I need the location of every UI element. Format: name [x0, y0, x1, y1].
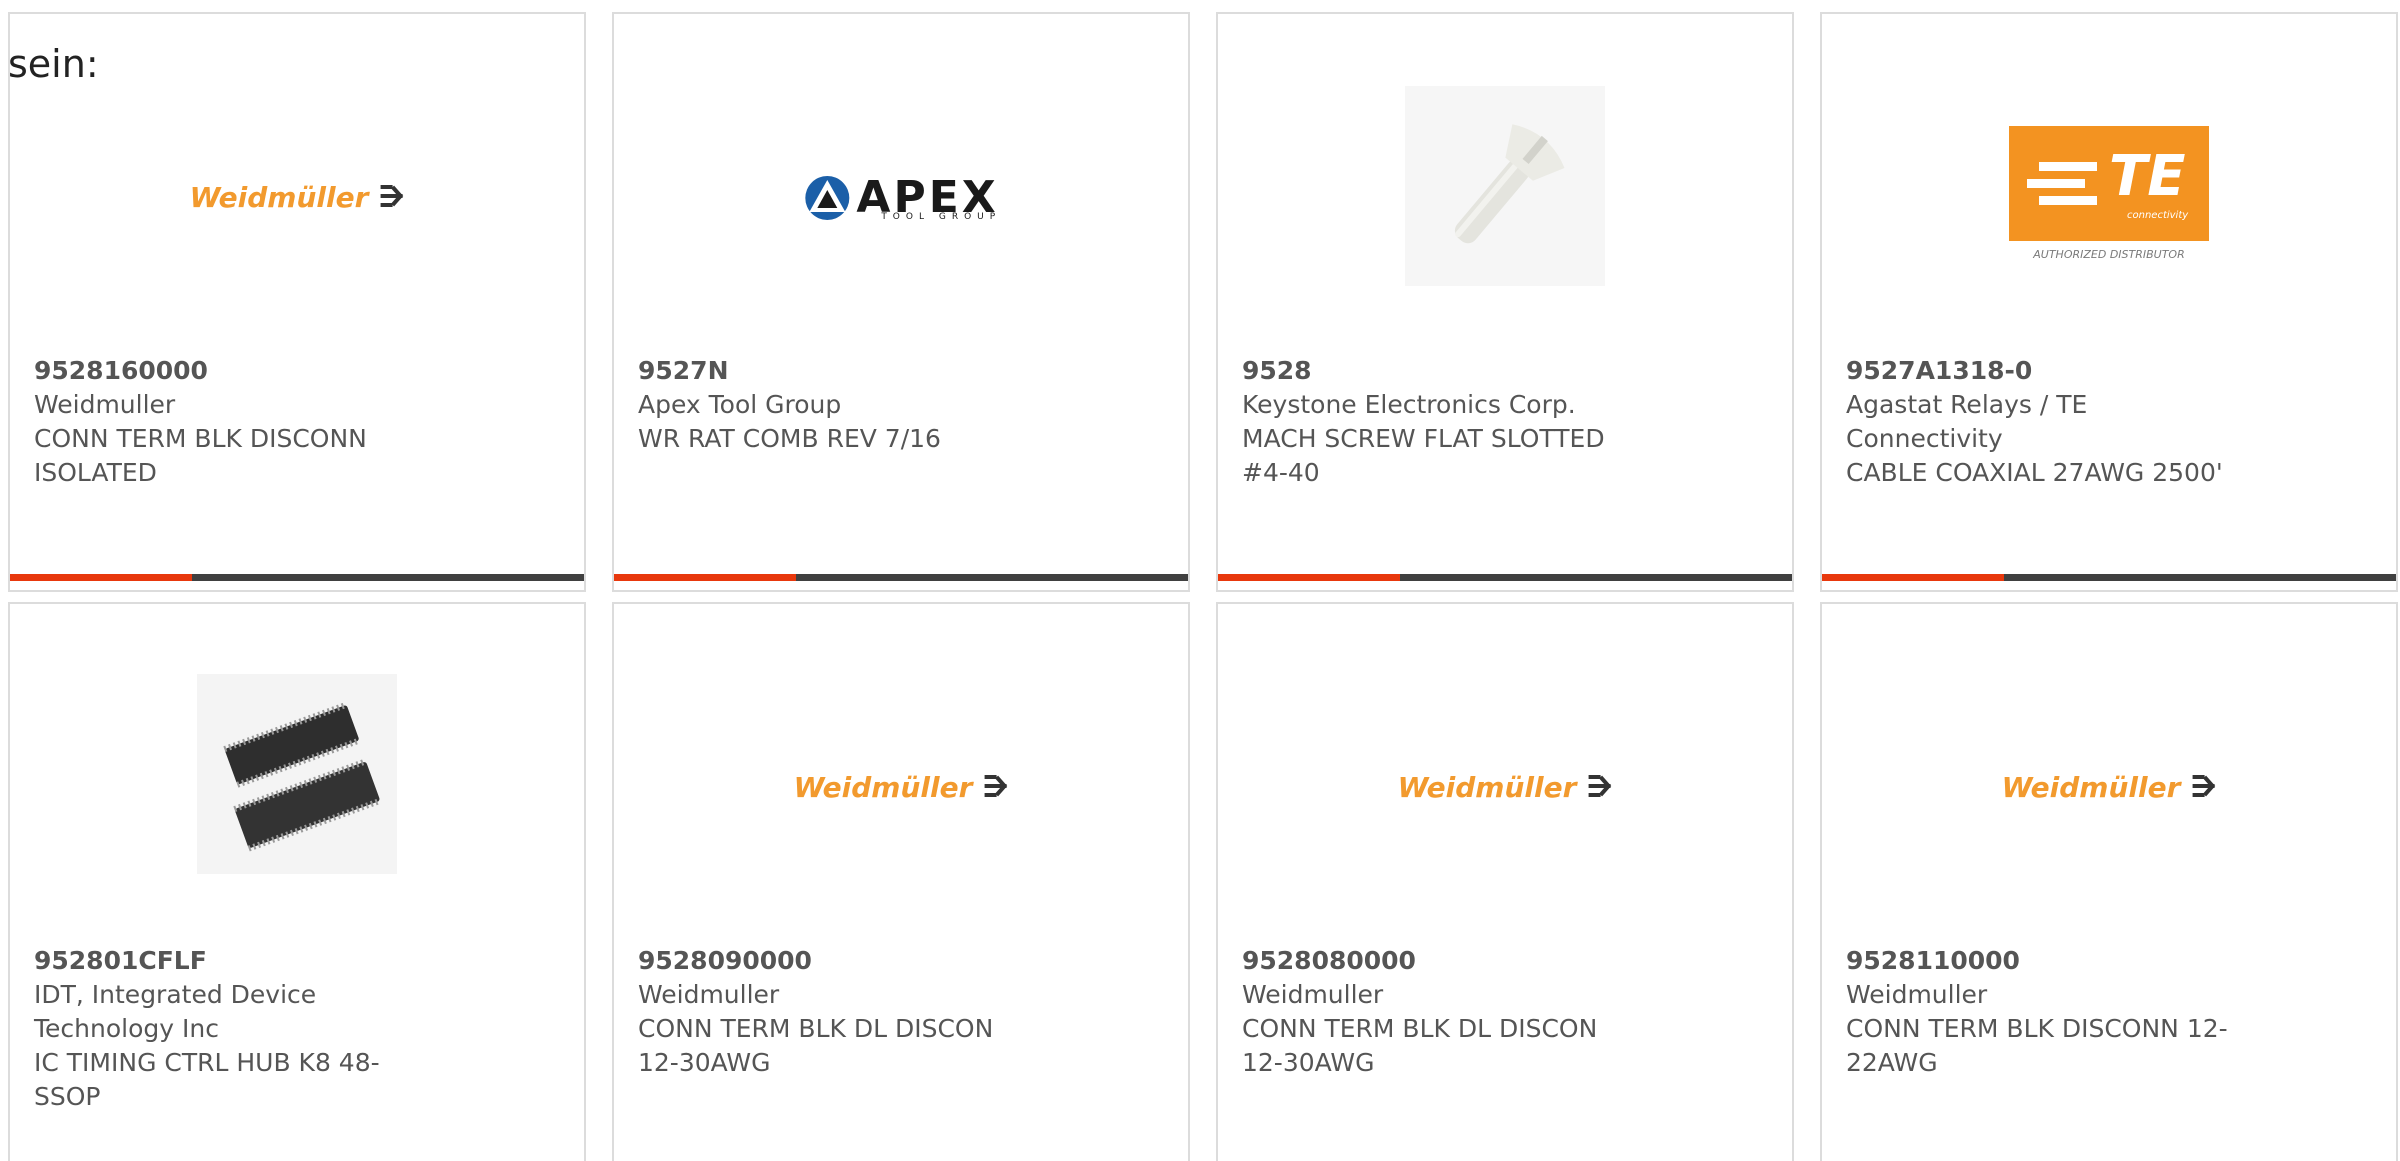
- product-card[interactable]: Weidmüller 9528160000 Weidmuller CONN TE…: [8, 12, 586, 592]
- te-connectivity-logo: TE connectivity AUTHORIZED DISTRIBUTOR: [2009, 126, 2209, 266]
- weidmuller-symbol-icon: [982, 773, 1008, 806]
- product-card[interactable]: Weidmüller 9528080000 Weidmuller CONN TE…: [1216, 602, 1794, 1161]
- manufacturer: IDT, Integrated Device Technology Inc: [34, 980, 317, 1043]
- part-number[interactable]: 9527A1318-0: [1846, 354, 2246, 388]
- card-bottom-bar: [1822, 574, 2396, 581]
- product-image[interactable]: Weidmüller: [1822, 604, 2396, 934]
- intro-text: sein:: [8, 42, 99, 86]
- card-bar-accent: [1822, 574, 2004, 581]
- manufacturer: Weidmuller: [34, 390, 176, 419]
- product-image[interactable]: Weidmüller: [614, 604, 1188, 934]
- description: CONN TERM BLK DISCONN 12-22AWG: [1846, 1014, 2228, 1077]
- card-bottom-bar: [10, 574, 584, 581]
- weidmuller-logo: Weidmüller: [1398, 771, 1613, 806]
- product-card[interactable]: 9528 Keystone Electronics Corp. MACH SCR…: [1216, 12, 1794, 592]
- description: CONN TERM BLK DL DISCON 12-30AWG: [1242, 1014, 1598, 1077]
- card-bar-accent: [1218, 574, 1400, 581]
- part-number[interactable]: 9528110000: [1846, 944, 2246, 978]
- te-lines-icon: [2027, 162, 2097, 205]
- product-card[interactable]: TE connectivity AUTHORIZED DISTRIBUTOR 9…: [1820, 12, 2398, 592]
- manufacturer: Weidmuller: [1846, 980, 1988, 1009]
- logo-caption: AUTHORIZED DISTRIBUTOR: [2033, 248, 2185, 261]
- card-bottom-bar: [1218, 574, 1792, 581]
- product-image[interactable]: TE connectivity AUTHORIZED DISTRIBUTOR: [1822, 14, 2396, 344]
- product-info: 952801CFLF IDT, Integrated Device Techno…: [34, 944, 434, 1114]
- card-bar-accent: [10, 574, 192, 581]
- weidmuller-symbol-icon: [2190, 773, 2216, 806]
- weidmuller-symbol-icon: [378, 183, 404, 216]
- product-info: 9527N Apex Tool Group WR RAT COMB REV 7/…: [638, 354, 1038, 456]
- manufacturer: Apex Tool Group: [638, 390, 842, 419]
- product-info: 9527A1318-0 Agastat Relays / TE Connecti…: [1846, 354, 2246, 490]
- description: MACH SCREW FLAT SLOTTED #4-40: [1242, 424, 1605, 487]
- product-card[interactable]: 952801CFLF IDT, Integrated Device Techno…: [8, 602, 586, 1161]
- te-logo-box: TE connectivity: [2009, 126, 2209, 241]
- product-card[interactable]: Weidmüller 9528090000 Weidmuller CONN TE…: [612, 602, 1190, 1161]
- product-info: 9528080000 Weidmuller CONN TERM BLK DL D…: [1242, 944, 1642, 1080]
- product-card[interactable]: APEX TOOL GROUP 9527N Apex Tool Group WR…: [612, 12, 1190, 592]
- logo-text: TE: [2109, 144, 2186, 209]
- description: WR RAT COMB REV 7/16: [638, 424, 941, 453]
- part-number[interactable]: 9528090000: [638, 944, 1038, 978]
- logo-text: Weidmüller: [189, 181, 369, 214]
- weidmuller-logo: Weidmüller: [794, 771, 1009, 806]
- part-number[interactable]: 9528160000: [34, 354, 434, 388]
- logo-text: Weidmüller: [1397, 771, 1577, 804]
- logo-subtext: connectivity: [2127, 210, 2189, 221]
- product-image[interactable]: APEX TOOL GROUP: [614, 14, 1188, 344]
- manufacturer: Weidmuller: [1242, 980, 1384, 1009]
- part-number[interactable]: 9528080000: [1242, 944, 1642, 978]
- apex-tool-group-logo: APEX TOOL GROUP: [803, 172, 998, 223]
- logo-text: Weidmüller: [2001, 771, 2181, 804]
- card-bar-accent: [614, 574, 796, 581]
- description: CABLE COAXIAL 27AWG 2500': [1846, 458, 2223, 487]
- apex-globe-icon: [805, 175, 850, 220]
- page: sein: Weidmüller 9528160000 Weidmuller C…: [0, 0, 2400, 1161]
- logo-text: Weidmüller: [793, 771, 973, 804]
- weidmuller-logo: Weidmüller: [190, 181, 405, 216]
- part-number[interactable]: 952801CFLF: [34, 944, 434, 978]
- weidmuller-logo: Weidmüller: [2002, 771, 2217, 806]
- logo-subtext: TOOL GROUP: [881, 212, 1002, 222]
- manufacturer: Agastat Relays / TE Connectivity: [1846, 390, 2088, 453]
- product-info: 9528 Keystone Electronics Corp. MACH SCR…: [1242, 354, 1642, 490]
- manufacturer: Weidmuller: [638, 980, 780, 1009]
- weidmuller-symbol-icon: [1586, 773, 1612, 806]
- product-grid: Weidmüller 9528160000 Weidmuller CONN TE…: [0, 0, 2400, 1161]
- product-image[interactable]: [1218, 14, 1792, 344]
- ic-chip-photo: [197, 674, 397, 874]
- product-image[interactable]: Weidmüller: [1218, 604, 1792, 934]
- product-info: 9528160000 Weidmuller CONN TERM BLK DISC…: [34, 354, 434, 490]
- product-info: 9528090000 Weidmuller CONN TERM BLK DL D…: [638, 944, 1038, 1080]
- description: CONN TERM BLK DISCONN ISOLATED: [34, 424, 367, 487]
- product-card[interactable]: Weidmüller 9528110000 Weidmuller CONN TE…: [1820, 602, 2398, 1161]
- product-info: 9528110000 Weidmuller CONN TERM BLK DISC…: [1846, 944, 2246, 1080]
- product-image[interactable]: [10, 604, 584, 934]
- part-number[interactable]: 9527N: [638, 354, 1038, 388]
- manufacturer: Keystone Electronics Corp.: [1242, 390, 1576, 419]
- description: CONN TERM BLK DL DISCON 12-30AWG: [638, 1014, 994, 1077]
- part-number[interactable]: 9528: [1242, 354, 1642, 388]
- card-bottom-bar: [614, 574, 1188, 581]
- description: IC TIMING CTRL HUB K8 48-SSOP: [34, 1048, 380, 1111]
- screw-photo: [1405, 86, 1605, 286]
